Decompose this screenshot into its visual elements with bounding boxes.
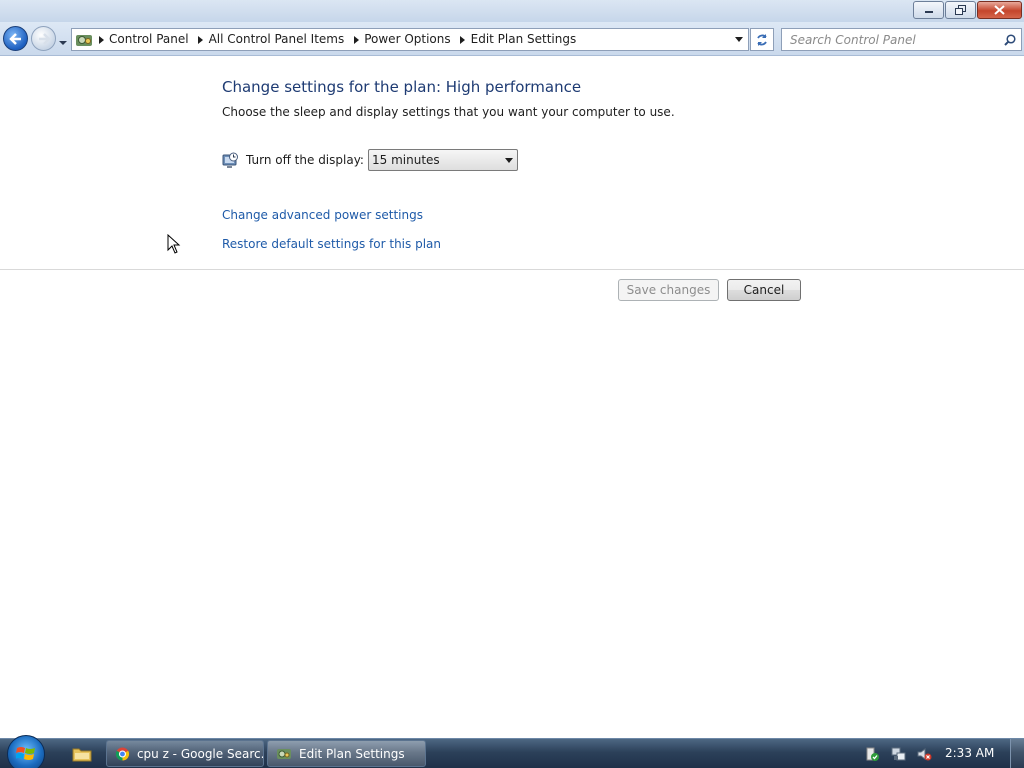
back-button[interactable] (3, 26, 28, 51)
control-panel-icon (73, 29, 95, 50)
taskbar-clock[interactable]: 2:33 AM (945, 746, 994, 760)
folder-icon (72, 748, 92, 762)
display-timeout-select[interactable]: 15 minutes (368, 149, 518, 171)
restore-button[interactable] (945, 1, 976, 19)
search-input[interactable] (782, 29, 999, 50)
monitor-clock-icon (222, 152, 238, 168)
search-icon[interactable] (999, 29, 1021, 50)
network-icon[interactable] (888, 744, 908, 764)
action-center-icon[interactable] (862, 744, 882, 764)
show-desktop-button[interactable] (1010, 739, 1024, 768)
taskbar-task-label: Edit Plan Settings (299, 746, 405, 761)
breadcrumb-separator-icon[interactable] (195, 29, 207, 50)
page-subtitle: Choose the sleep and display settings th… (222, 105, 675, 119)
breadcrumb-edit-plan-settings[interactable]: Edit Plan Settings (469, 29, 583, 50)
forward-arrow-icon (38, 32, 51, 45)
chevron-down-icon (59, 41, 67, 45)
forward-button[interactable] (31, 26, 56, 51)
control-panel-icon (277, 748, 291, 759)
taskbar-task-label: cpu z - Google Searc... (136, 746, 263, 761)
volume-muted-icon[interactable] (914, 744, 934, 764)
breadcrumb-power-options[interactable]: Power Options (362, 29, 456, 50)
refresh-button[interactable] (750, 28, 774, 51)
mouse-cursor-icon (167, 234, 181, 254)
restore-icon (954, 5, 966, 15)
recent-pages-button[interactable] (58, 36, 68, 45)
restore-defaults-link[interactable]: Restore default settings for this plan (222, 237, 441, 251)
close-icon (994, 5, 1005, 15)
breadcrumb-separator-icon[interactable] (350, 29, 362, 50)
taskbar-task-chrome[interactable]: cpu z - Google Searc... (106, 740, 264, 767)
window-title-bar (0, 0, 1024, 22)
taskbar-explorer-button[interactable] (68, 742, 96, 766)
minimize-icon (924, 11, 933, 13)
navigation-bar: Control Panel All Control Panel Items Po… (0, 22, 1024, 56)
cancel-button[interactable]: Cancel (727, 279, 801, 301)
system-tray (862, 744, 934, 764)
advanced-power-settings-link[interactable]: Change advanced power settings (222, 208, 423, 222)
start-button[interactable] (7, 735, 45, 768)
breadcrumb-separator-icon[interactable] (457, 29, 469, 50)
display-setting-row: Turn off the display: 15 minutes (222, 149, 518, 171)
minimize-button[interactable] (913, 1, 944, 19)
save-changes-button[interactable]: Save changes (618, 279, 719, 301)
breadcrumb-all-items[interactable]: All Control Panel Items (207, 29, 351, 50)
display-setting-label: Turn off the display: (246, 153, 364, 167)
chrome-icon (115, 746, 130, 761)
page-title: Change settings for the plan: High perfo… (222, 78, 582, 96)
address-bar[interactable]: Control Panel All Control Panel Items Po… (71, 28, 749, 51)
address-dropdown-button[interactable] (730, 29, 748, 50)
chevron-down-icon (735, 37, 743, 42)
windows-logo-icon (16, 747, 35, 760)
breadcrumb-control-panel[interactable]: Control Panel (107, 29, 195, 50)
search-box (781, 28, 1022, 51)
taskbar: cpu z - Google Searc... Edit Plan Settin… (0, 735, 1024, 768)
back-arrow-icon (8, 32, 21, 45)
caption-buttons (913, 1, 1022, 19)
breadcrumb-separator-icon[interactable] (95, 29, 107, 50)
taskbar-task-edit-plan[interactable]: Edit Plan Settings (267, 740, 426, 767)
close-button[interactable] (977, 1, 1022, 19)
refresh-icon (757, 33, 767, 46)
main-content: Change settings for the plan: High perfo… (0, 57, 1024, 738)
divider (0, 269, 1024, 270)
chevron-down-icon (505, 158, 513, 163)
display-timeout-value: 15 minutes (372, 153, 440, 167)
